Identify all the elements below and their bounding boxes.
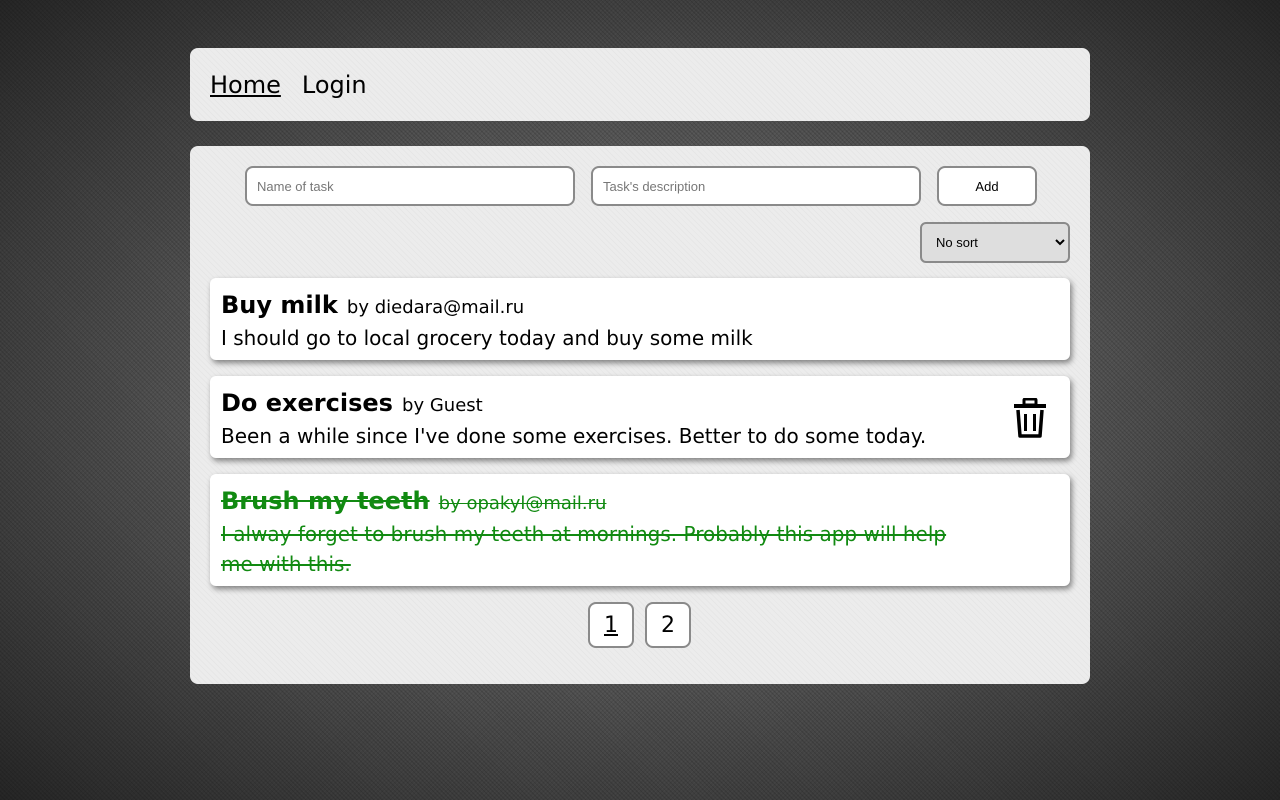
task-author: by opakyl@mail.ru: [438, 493, 607, 514]
nav-link-home[interactable]: Home: [210, 71, 281, 99]
task-description: I should go to local grocery today and b…: [221, 326, 753, 350]
task-description: Been a while since I've done some exerci…: [221, 424, 927, 448]
task-card-completed: Brush my teeth by opakyl@mail.ru I alway…: [210, 474, 1070, 586]
nav-link-login[interactable]: Login: [302, 71, 367, 99]
page-button-2[interactable]: 2: [645, 602, 691, 648]
task-title: Brush my teeth: [221, 487, 430, 515]
task-card: Do exercises by Guest Been a while since…: [210, 376, 1070, 458]
task-author: by diedara@mail.ru: [346, 297, 525, 318]
add-task-form: Add: [245, 166, 1037, 206]
add-task-button[interactable]: Add: [937, 166, 1037, 206]
task-header: Do exercises by Guest: [221, 388, 1059, 421]
task-title: Buy milk: [221, 291, 338, 319]
task-name-input[interactable]: [245, 166, 575, 206]
task-description: I alway forget to brush my teeth at morn…: [221, 522, 947, 576]
top-navbar: Home Login: [190, 48, 1090, 121]
trash-icon[interactable]: [1012, 398, 1048, 438]
task-title: Do exercises: [221, 389, 393, 417]
task-panel: Add No sort Buy milk by diedara@mail.ru …: [190, 146, 1090, 684]
sort-select[interactable]: No sort: [920, 222, 1070, 263]
task-author: by Guest: [402, 395, 483, 416]
pagination: 1 2: [588, 602, 691, 648]
task-card: Buy milk by diedara@mail.ru I should go …: [210, 278, 1070, 360]
task-description-input[interactable]: [591, 166, 921, 206]
task-header: Brush my teeth by opakyl@mail.ru: [221, 486, 1059, 519]
page-button-1[interactable]: 1: [588, 602, 634, 648]
task-header: Buy milk by diedara@mail.ru: [221, 290, 1059, 323]
